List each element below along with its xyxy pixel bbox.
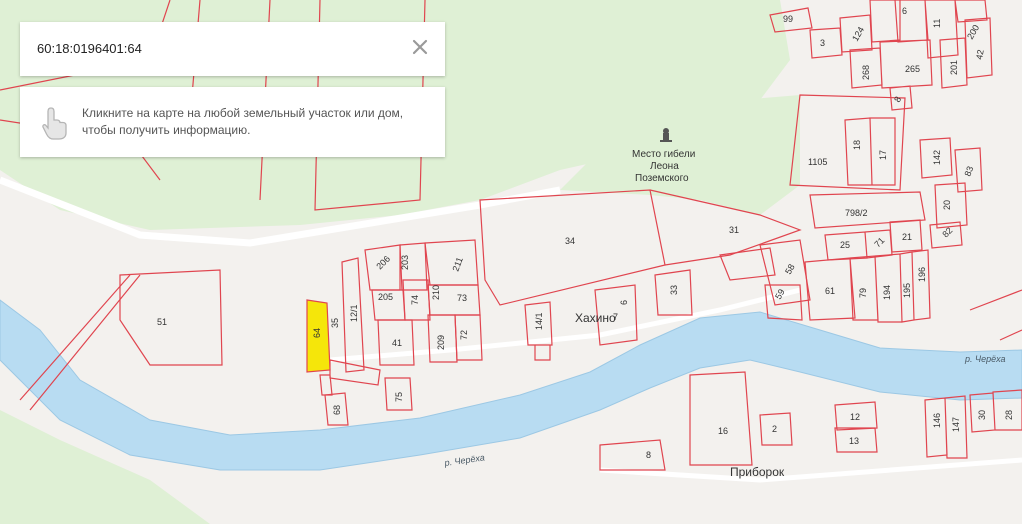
plot-label-64: 64: [312, 328, 322, 338]
plot-label-18: 18: [852, 140, 862, 150]
plot-label-268: 268: [861, 65, 871, 80]
plot-label-79: 79: [858, 288, 868, 298]
plot-label-51: 51: [157, 317, 167, 327]
plot-label-209: 209: [436, 335, 446, 350]
plot-label-195: 195: [902, 283, 912, 298]
village-label-khakhino: Хахино: [575, 311, 616, 325]
plot-label-194: 194: [882, 285, 892, 300]
plot-label-798-2: 798/2: [845, 208, 868, 218]
plot-label-61: 61: [825, 286, 835, 296]
plot-label-6: 6: [619, 300, 629, 305]
plot-label-14-1: 14/1: [534, 312, 544, 330]
plot-label-1105: 1105: [808, 157, 827, 167]
plot-label-147: 147: [951, 417, 961, 432]
plot-label-265: 265: [905, 64, 920, 74]
plot-label-13: 13: [849, 436, 859, 446]
plot-label-201: 201: [949, 60, 959, 75]
cadastral-number-text: 60:18:0196401:64: [37, 41, 142, 56]
plot-label-99: 99: [783, 14, 793, 24]
plot-label-16: 16: [718, 426, 728, 436]
plot-label-74: 74: [410, 295, 420, 305]
plot-label-205: 205: [378, 292, 393, 302]
close-button[interactable]: [409, 36, 431, 58]
plot-label-2: 2: [772, 424, 777, 434]
plot-label-12: 12: [850, 412, 860, 422]
plot-label-72: 72: [459, 330, 469, 340]
plot-label-68: 68: [332, 405, 342, 415]
plot-label-6b: 6: [902, 6, 907, 16]
plot-label-31: 31: [729, 225, 739, 235]
plot-label-75: 75: [394, 392, 404, 402]
plot-label-17: 17: [878, 150, 888, 160]
plot-label-34: 34: [565, 236, 575, 246]
plot-label-11: 11: [932, 19, 942, 28]
monument-label-line2: Леона: [650, 161, 679, 172]
cadastral-map[interactable]: 51 64 35 12/1 41 205 206 203 74 210 211 …: [0, 0, 1022, 524]
plot-label-196: 196: [917, 267, 927, 282]
village-label-priborok: Приборок: [730, 465, 785, 479]
plot-label-12-1: 12/1: [349, 304, 359, 322]
hint-text: Кликните на карте на любой земельный уча…: [82, 106, 404, 137]
plot-label-28: 28: [1004, 410, 1014, 420]
plot-label-20: 20: [942, 200, 952, 210]
plot-label-8b: 8: [646, 450, 651, 460]
hand-pointer-icon: [42, 107, 67, 140]
monument-label-line3: Поземского: [635, 173, 689, 184]
river-label-right: р. Черёха: [964, 354, 1006, 364]
monument-label-line1: Место гибели: [632, 148, 695, 160]
plot-label-33: 33: [669, 285, 679, 295]
plot-label-41: 41: [392, 338, 402, 348]
plot-label-3: 3: [820, 38, 825, 48]
plot-label-42: 42: [974, 49, 986, 61]
plot-label-73: 73: [457, 293, 467, 303]
plot-label-142: 142: [932, 150, 942, 165]
plot-label-30: 30: [977, 410, 987, 420]
plot-label-210: 210: [431, 285, 441, 300]
close-icon: [412, 39, 428, 55]
hint-panel: Кликните на карте на любой земельный уча…: [20, 87, 445, 157]
plot-label-25: 25: [840, 240, 850, 250]
plot-label-146: 146: [932, 413, 942, 428]
plot-label-21: 21: [902, 232, 912, 242]
plot-label-203: 203: [400, 255, 410, 270]
search-result-panel: 60:18:0196401:64: [20, 22, 445, 76]
plot-label-35: 35: [330, 318, 340, 328]
